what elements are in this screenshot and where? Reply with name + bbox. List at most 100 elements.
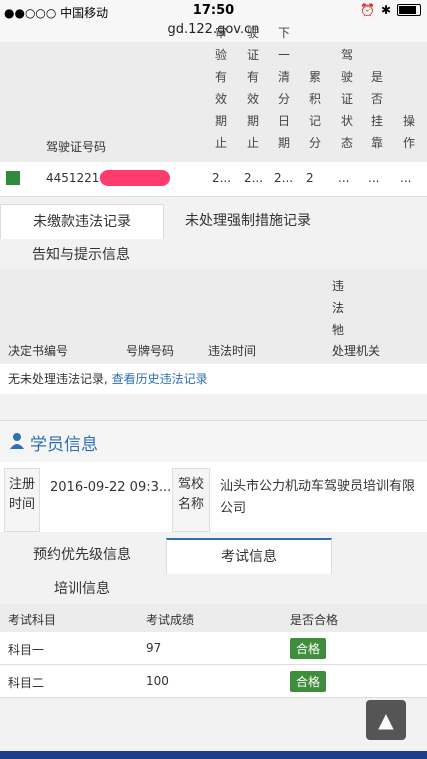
header-char: 审 bbox=[214, 26, 227, 40]
header-char: 记 bbox=[308, 114, 321, 128]
exam-score: 97 bbox=[146, 641, 162, 655]
header-char: 下 bbox=[277, 26, 290, 40]
record-tabs: 未缴款违法记录 未处理强制措施记录 告知与提示信息 bbox=[0, 204, 427, 270]
status-square-icon bbox=[6, 171, 20, 185]
exam-subject: 科目二 bbox=[8, 676, 45, 690]
col-authority-c1: 违 bbox=[332, 279, 345, 293]
bottom-bar bbox=[0, 751, 427, 759]
header-char: 止 bbox=[246, 136, 259, 150]
history-link[interactable]: 查看历史违法记录 bbox=[112, 372, 208, 386]
exam-table: 考试科目 考试成绩 是否合格 科目一 97 合格 科目二 100 合格 bbox=[0, 604, 427, 698]
pass-badge: 合格 bbox=[290, 671, 327, 692]
col-authority-c3: 牠 bbox=[332, 323, 345, 337]
school-name-value: 汕头市公力机动车驾驶员培训有限公司 bbox=[220, 479, 416, 516]
header-char: 期 bbox=[246, 114, 259, 128]
tab-exam[interactable]: 考试信息 bbox=[166, 538, 332, 574]
col-header-review-expiry: 审验有效期止 bbox=[212, 22, 230, 154]
battery-icon bbox=[397, 4, 421, 16]
col-header-action: 操作 bbox=[400, 110, 418, 154]
header-char: 是 bbox=[370, 70, 383, 84]
col-score: 考试成绩 bbox=[146, 613, 195, 627]
student-section-header: 学员信息 bbox=[0, 420, 427, 464]
license-table-header: 驾驶证号码 审验有效期止驶证有效期止下一清分日期累积记分驾驶证状态是否挂靠操作 bbox=[0, 26, 427, 162]
student-info: 注册时间 2016-09-22 09:3... 驾校名称 汕头市公力机动车驾驶员… bbox=[0, 462, 427, 532]
header-char: 靠 bbox=[370, 136, 383, 150]
status-bar: ●●○○○ 中国移动 17:50 ⏰ ✱ bbox=[0, 0, 427, 22]
tab-notice[interactable]: 告知与提示信息 bbox=[0, 238, 162, 272]
header-char: 期 bbox=[214, 114, 227, 128]
header-char: 状 bbox=[340, 114, 353, 128]
col-header-license-status: 驾驶证状态 bbox=[338, 44, 356, 154]
header-char: 效 bbox=[246, 92, 259, 106]
license-redacted bbox=[100, 170, 170, 186]
header-char: 挂 bbox=[370, 114, 383, 128]
student-tabs: 预约优先级信息 考试信息 培训信息 bbox=[0, 538, 427, 604]
alarm-icon: ⏰ bbox=[359, 3, 375, 17]
exam-table-header: 考试科目 考试成绩 是否合格 bbox=[0, 604, 427, 632]
reg-time-value: 2016-09-22 09:3... bbox=[50, 480, 172, 495]
exam-subject: 科目一 bbox=[8, 643, 45, 657]
header-char: 清 bbox=[277, 70, 290, 84]
header-char: 驶 bbox=[340, 70, 353, 84]
col-time: 违法时间 bbox=[208, 344, 257, 358]
header-char: 验 bbox=[214, 48, 227, 62]
header-char: 期 bbox=[277, 136, 290, 150]
license-row[interactable]: 445122198 2... 2... 2... 2 ... ... ... bbox=[0, 162, 427, 197]
table-row: 科目一 97 合格 bbox=[0, 632, 427, 665]
col-header-license-expiry: 驶证有效期止 bbox=[244, 22, 262, 154]
tab-training[interactable]: 培训信息 bbox=[0, 572, 164, 606]
header-char: 否 bbox=[370, 92, 383, 106]
pass-badge: 合格 bbox=[290, 638, 327, 659]
header-char: 一 bbox=[277, 48, 290, 62]
exam-score: 100 bbox=[146, 674, 169, 688]
header-char: 态 bbox=[340, 136, 353, 150]
header-char: 证 bbox=[340, 92, 353, 106]
scroll-top-button[interactable]: ▲ bbox=[366, 700, 406, 740]
violation-table-header: 决定书编号 号牌号码 违法时间 违 法 牠 处理机关 bbox=[0, 269, 427, 363]
col-plate: 号牌号码 bbox=[126, 344, 175, 358]
header-char: 证 bbox=[246, 48, 259, 62]
header-char: 分 bbox=[308, 136, 321, 150]
tab-priority[interactable]: 预约优先级信息 bbox=[0, 538, 164, 572]
bluetooth-icon: ✱ bbox=[380, 3, 391, 17]
empty-message: 无未处理违法记录, bbox=[8, 372, 108, 386]
header-char: 操 bbox=[402, 114, 415, 128]
header-char: 累 bbox=[308, 70, 321, 84]
header-char: 驾 bbox=[340, 48, 353, 62]
col-decision-no: 决定书编号 bbox=[8, 344, 69, 358]
cell-action: ... bbox=[400, 171, 412, 185]
header-char: 有 bbox=[214, 70, 227, 84]
cell-next-clear: 2... bbox=[274, 171, 294, 185]
col-header-affiliated: 是否挂靠 bbox=[368, 66, 386, 154]
col-authority-c2: 法 bbox=[332, 301, 345, 315]
col-pass: 是否合格 bbox=[290, 613, 339, 627]
col-header-points: 累积记分 bbox=[306, 66, 324, 154]
header-char: 日 bbox=[277, 114, 290, 128]
cell-points: 2 bbox=[306, 171, 314, 185]
header-char: 积 bbox=[308, 92, 321, 106]
school-name-label: 驾校名称 bbox=[172, 468, 210, 532]
header-char: 分 bbox=[277, 92, 290, 106]
arrow-up-icon: ▲ bbox=[378, 708, 394, 732]
reg-time-label: 注册时间 bbox=[4, 468, 40, 532]
tab-enforcement[interactable]: 未处理强制措施记录 bbox=[164, 204, 332, 238]
header-char: 作 bbox=[402, 136, 415, 150]
violation-empty: 无未处理违法记录, 查看历史违法记录 bbox=[0, 364, 427, 394]
header-char: 效 bbox=[214, 92, 227, 106]
header-char: 驶 bbox=[246, 26, 259, 40]
cell-affiliated: ... bbox=[368, 171, 380, 185]
header-char: 有 bbox=[246, 70, 259, 84]
col-authority-c4: 处理机关 bbox=[332, 344, 381, 358]
col-subject: 考试科目 bbox=[8, 613, 57, 627]
tab-unpaid-violations[interactable]: 未缴款违法记录 bbox=[0, 204, 164, 239]
user-icon bbox=[10, 433, 24, 449]
status-icons: ⏰ ✱ bbox=[360, 3, 421, 17]
col-header-next-clear-date: 下一清分日期 bbox=[275, 22, 293, 154]
table-row: 科目二 100 合格 bbox=[0, 665, 427, 698]
cell-license-expiry: 2... bbox=[244, 171, 264, 185]
header-char: 止 bbox=[214, 136, 227, 150]
section-title: 学员信息 bbox=[30, 435, 98, 455]
cell-status: ... bbox=[338, 171, 350, 185]
col-header-license-no: 驾驶证号码 bbox=[46, 140, 107, 154]
cell-review-expiry: 2... bbox=[212, 171, 232, 185]
